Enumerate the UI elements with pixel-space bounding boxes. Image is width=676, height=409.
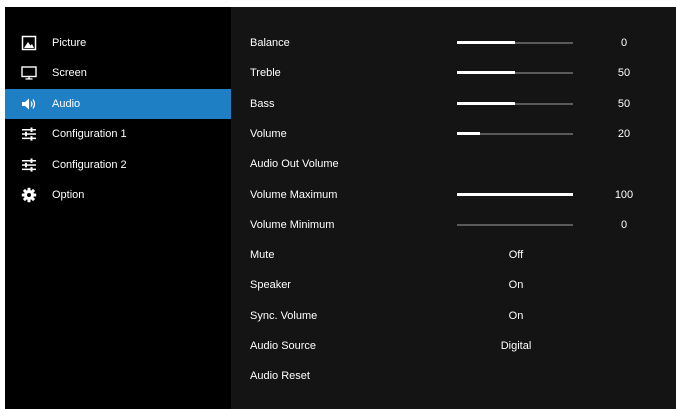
setting-label: Audio Reset — [250, 370, 310, 383]
sidebar-item-option[interactable]: Option — [5, 180, 231, 210]
setting-value: Off — [508, 249, 524, 262]
speaker-icon — [21, 96, 37, 112]
setting-row-volume-minimum[interactable]: Volume Minimum 0 — [231, 210, 676, 240]
slider-fill — [457, 131, 481, 135]
slider-fill — [457, 41, 515, 44]
bass-slider[interactable] — [457, 101, 573, 105]
sidebar-item-configuration-1[interactable]: Configuration 1 — [5, 119, 231, 149]
picture-icon — [21, 35, 37, 51]
setting-row-balance[interactable]: Balance 0 — [231, 28, 676, 58]
setting-row-audio-source[interactable]: Audio Source Digital — [231, 331, 676, 361]
sliders-icon — [21, 126, 37, 142]
setting-row-audio-reset[interactable]: Audio Reset — [231, 361, 676, 391]
setting-row-speaker[interactable]: Speaker On — [231, 270, 676, 300]
setting-value: 100 — [614, 188, 634, 201]
sidebar-item-label: Option — [52, 189, 85, 201]
setting-value: 50 — [617, 67, 631, 80]
setting-row-mute[interactable]: Mute Off — [231, 240, 676, 270]
setting-value: 0 — [620, 37, 628, 49]
setting-row-treble[interactable]: Treble 50 — [231, 58, 676, 88]
sidebar-item-audio[interactable]: Audio — [5, 88, 231, 119]
volume-minimum-slider[interactable] — [457, 223, 573, 226]
sliders-icon — [21, 157, 37, 173]
sidebar-item-label: Configuration 1 — [52, 128, 127, 141]
sidebar-item-screen[interactable]: Screen — [5, 58, 231, 88]
setting-label: Volume Minimum — [250, 218, 335, 231]
slider-fill — [457, 71, 515, 75]
gear-icon — [21, 187, 37, 203]
setting-label: Volume — [250, 127, 287, 140]
setting-label: Speaker — [250, 279, 291, 292]
setting-label: Sync. Volume — [250, 309, 318, 322]
sidebar-item-label: Configuration 2 — [52, 158, 127, 171]
sidebar-item-label: Audio — [52, 97, 81, 110]
balance-slider[interactable] — [457, 41, 573, 44]
setting-value: On — [508, 279, 524, 292]
setting-label: Balance — [250, 37, 290, 49]
setting-row-bass[interactable]: Bass 50 — [231, 89, 676, 119]
setting-value: 50 — [617, 97, 631, 110]
sidebar-item-configuration-2[interactable]: Configuration 2 — [5, 150, 231, 180]
treble-slider[interactable] — [457, 71, 573, 75]
sidebar-item-label: Screen — [52, 67, 87, 80]
setting-label: Audio Out Volume — [250, 158, 339, 171]
sidebar-item-label: Picture — [52, 37, 87, 49]
slider-fill — [457, 101, 515, 105]
setting-label: Audio Source — [250, 340, 317, 352]
setting-value: On — [508, 309, 524, 322]
setting-value: 0 — [620, 218, 628, 231]
volume-maximum-slider[interactable] — [457, 192, 573, 196]
monitor-icon — [21, 65, 37, 81]
setting-label: Volume Maximum — [250, 188, 338, 201]
setting-value: Digital — [500, 340, 532, 352]
audio-settings-panel: Balance 0 Treble 50 Bass 50 Volume 20 Audio Out … — [231, 7, 676, 409]
setting-row-audio-out-volume[interactable]: Audio Out Volume — [231, 149, 676, 179]
slider-fill — [457, 192, 573, 196]
setting-row-sync-volume[interactable]: Sync. Volume On — [231, 301, 676, 331]
setting-row-volume-maximum[interactable]: Volume Maximum 100 — [231, 180, 676, 210]
setting-label: Treble — [250, 67, 281, 80]
volume-slider[interactable] — [457, 131, 573, 135]
setting-label: Bass — [250, 97, 275, 110]
osd-menu: Picture Screen Audio Configuration 1 Configu… — [5, 7, 676, 409]
sidebar-item-picture[interactable]: Picture — [5, 28, 231, 58]
setting-label: Mute — [250, 249, 275, 262]
setting-row-volume[interactable]: Volume 20 — [231, 119, 676, 149]
setting-value: 20 — [617, 127, 631, 140]
sidebar: Picture Screen Audio Configuration 1 Configu… — [5, 7, 231, 409]
